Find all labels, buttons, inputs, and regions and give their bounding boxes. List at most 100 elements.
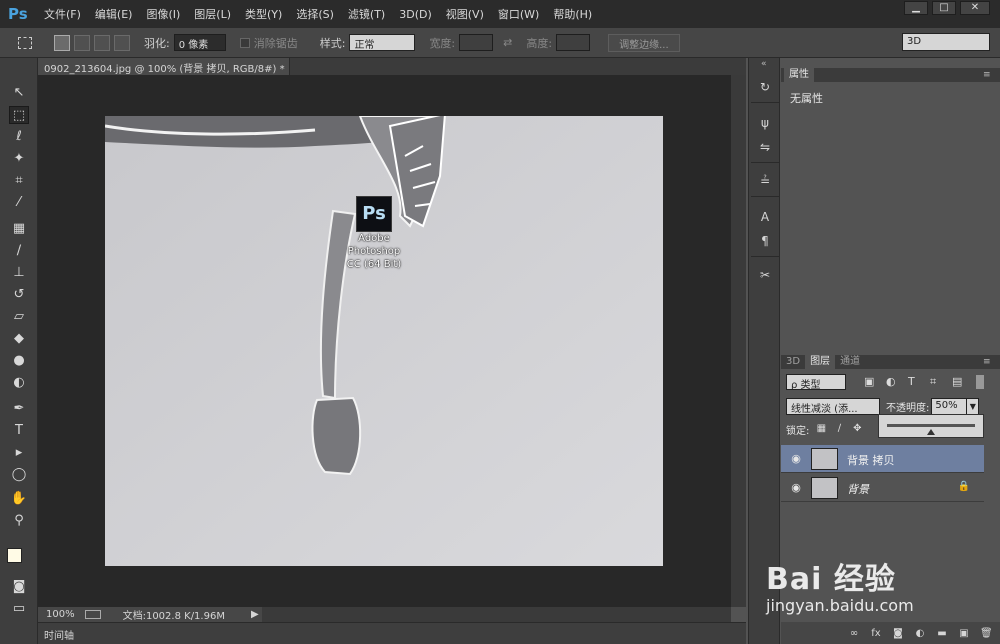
adjustment-filter-icon[interactable]: ◐ — [886, 376, 898, 388]
blur-tool-icon[interactable]: ● — [9, 352, 29, 370]
opacity-dropdown-icon[interactable]: ▼ — [967, 397, 980, 415]
preview-icon[interactable] — [84, 610, 101, 619]
blend-mode-select[interactable]: 线性减淡 (添... — [786, 397, 880, 415]
rect-marquee-tool-icon[interactable]: ⬚ — [9, 106, 29, 124]
paragraph-panel-icon[interactable]: ¶ — [756, 232, 774, 250]
new-selection-icon[interactable] — [54, 34, 70, 51]
layer-style-icon[interactable]: fx — [870, 628, 882, 639]
tab-channels[interactable]: 通道 — [835, 355, 865, 369]
intersect-selection-icon[interactable] — [114, 34, 130, 51]
filter-kind-select[interactable]: ρ 类型 — [786, 374, 846, 391]
healing-brush-tool-icon[interactable]: ▦ — [9, 220, 29, 238]
brush-panel-icon[interactable]: ψ — [756, 114, 774, 132]
feather-input[interactable]: 0 像素 — [173, 34, 226, 51]
lock-pixels-icon[interactable]: ∕ — [833, 423, 845, 435]
antialias-checkbox[interactable] — [239, 37, 250, 48]
type-tool-icon[interactable]: T — [9, 422, 29, 440]
refine-edge-button[interactable]: 调整边缘... — [608, 33, 680, 52]
foreground-color-swatch[interactable] — [7, 548, 22, 563]
path-selection-tool-icon[interactable]: ▸ — [9, 444, 29, 462]
height-input[interactable] — [556, 34, 591, 51]
menu-help[interactable]: 帮助(H) — [553, 6, 592, 22]
pixel-filter-icon[interactable]: ▣ — [864, 376, 876, 388]
screen-mode-icon[interactable]: ▭ — [9, 600, 29, 618]
layer-row[interactable]: ◉ 背景 🔒 — [781, 474, 984, 502]
layer-name[interactable]: 背景 — [847, 481, 869, 497]
tab-properties[interactable]: 属性 — [784, 68, 814, 82]
desktop-shortcut[interactable]: Ps Adobe Photoshop CC (64 Bit) — [344, 196, 404, 271]
delete-layer-icon[interactable]: 🗑 — [980, 628, 993, 639]
minimize-button[interactable]: ▁ — [904, 1, 928, 15]
pen-tool-icon[interactable]: ✒ — [9, 400, 29, 418]
lock-position-icon[interactable]: ✥ — [851, 423, 863, 435]
clone-source-panel-icon[interactable]: ≟ — [756, 172, 774, 190]
lasso-tool-icon[interactable]: ℓ — [9, 128, 29, 146]
adjustment-layer-icon[interactable]: ◐ — [914, 628, 926, 639]
opacity-slider-track[interactable] — [887, 424, 975, 435]
eyedropper-tool-icon[interactable]: ⁄ — [9, 194, 29, 212]
document-tab[interactable]: 0902_213604.jpg @ 100% (背景 拷贝, RGB/8#) *… — [38, 58, 290, 75]
zoom-tool-icon[interactable]: ⚲ — [9, 512, 29, 530]
tab-layers[interactable]: 图层 — [805, 355, 836, 369]
new-layer-icon[interactable]: ▣ — [958, 628, 970, 639]
new-group-icon[interactable]: ▬ — [936, 628, 948, 639]
history-brush-tool-icon[interactable]: ↺ — [9, 286, 29, 304]
opacity-input[interactable]: 50% — [931, 397, 968, 415]
maximize-button[interactable]: □ — [932, 1, 956, 15]
style-select[interactable]: 正常 — [349, 34, 416, 51]
dock-collapse-icon[interactable]: « — [761, 59, 767, 69]
zoom-level[interactable]: 100% — [46, 609, 75, 620]
magic-wand-tool-icon[interactable]: ✦ — [9, 150, 29, 168]
swap-icon[interactable]: ⇄ — [503, 36, 512, 49]
opacity-slider-thumb[interactable] — [927, 429, 935, 435]
close-button[interactable]: ✕ — [960, 1, 990, 15]
horizontal-scrollbar[interactable] — [262, 607, 731, 622]
subtract-selection-icon[interactable] — [94, 34, 110, 51]
width-input[interactable] — [459, 34, 494, 51]
menu-edit[interactable]: 编辑(E) — [95, 6, 133, 22]
smart-object-filter-icon[interactable]: ▤ — [952, 376, 964, 388]
menu-image[interactable]: 图像(I) — [146, 6, 180, 22]
character-panel-icon[interactable]: A — [756, 208, 774, 226]
clone-stamp-tool-icon[interactable]: ⊥ — [9, 264, 29, 282]
opacity-slider-popup[interactable] — [878, 414, 984, 438]
filter-toggle[interactable] — [976, 375, 984, 389]
menu-select[interactable]: 选择(S) — [296, 6, 334, 22]
layer-name[interactable]: 背景 拷贝 — [847, 452, 895, 468]
menu-3d[interactable]: 3D(D) — [399, 8, 432, 21]
add-to-selection-icon[interactable] — [74, 34, 90, 51]
crop-tool-icon[interactable]: ⌗ — [9, 172, 29, 190]
menu-file[interactable]: 文件(F) — [44, 6, 81, 22]
link-layers-icon[interactable]: ∞ — [848, 628, 860, 639]
menu-view[interactable]: 视图(V) — [446, 6, 484, 22]
dodge-tool-icon[interactable]: ◐ — [9, 374, 29, 392]
eraser-tool-icon[interactable]: ▱ — [9, 308, 29, 326]
menu-type[interactable]: 类型(Y) — [245, 6, 282, 22]
shape-filter-icon[interactable]: ⌗ — [930, 376, 942, 388]
marquee-preset-icon[interactable] — [18, 36, 32, 49]
menu-layer[interactable]: 图层(L) — [194, 6, 231, 22]
menu-filter[interactable]: 滤镜(T) — [348, 6, 385, 22]
ellipse-tool-icon[interactable]: ◯ — [9, 466, 29, 484]
visibility-eye-icon[interactable]: ◉ — [789, 481, 803, 495]
adjustments-panel-icon[interactable]: ⇋ — [756, 138, 774, 156]
lock-transparency-icon[interactable]: ▦ — [815, 423, 827, 435]
visibility-eye-icon[interactable]: ◉ — [789, 452, 803, 466]
timeline-panel[interactable]: 时间轴 — [38, 622, 746, 644]
workspace-select[interactable]: 3D — [902, 33, 990, 51]
hand-tool-icon[interactable]: ✋ — [9, 490, 29, 508]
paint-bucket-tool-icon[interactable]: ◆ — [9, 330, 29, 348]
vertical-scrollbar[interactable] — [731, 75, 746, 607]
menu-window[interactable]: 窗口(W) — [498, 6, 539, 22]
type-filter-icon[interactable]: T — [908, 376, 920, 388]
layers-menu-icon[interactable]: ≡ — [983, 357, 991, 367]
move-tool-icon[interactable]: ↖ — [9, 84, 29, 102]
properties-menu-icon[interactable]: ≡ — [983, 70, 991, 80]
status-menu-arrow-icon[interactable]: ▶ — [251, 609, 259, 620]
history-panel-icon[interactable]: ↻ — [756, 78, 774, 96]
quick-mask-icon[interactable]: ◙ — [9, 578, 29, 596]
tab-3d[interactable]: 3D — [781, 355, 805, 369]
add-mask-icon[interactable]: ◙ — [892, 628, 904, 639]
layer-row[interactable]: ◉ 背景 拷贝 — [781, 445, 984, 473]
tool-presets-panel-icon[interactable]: ✂ — [756, 266, 774, 284]
